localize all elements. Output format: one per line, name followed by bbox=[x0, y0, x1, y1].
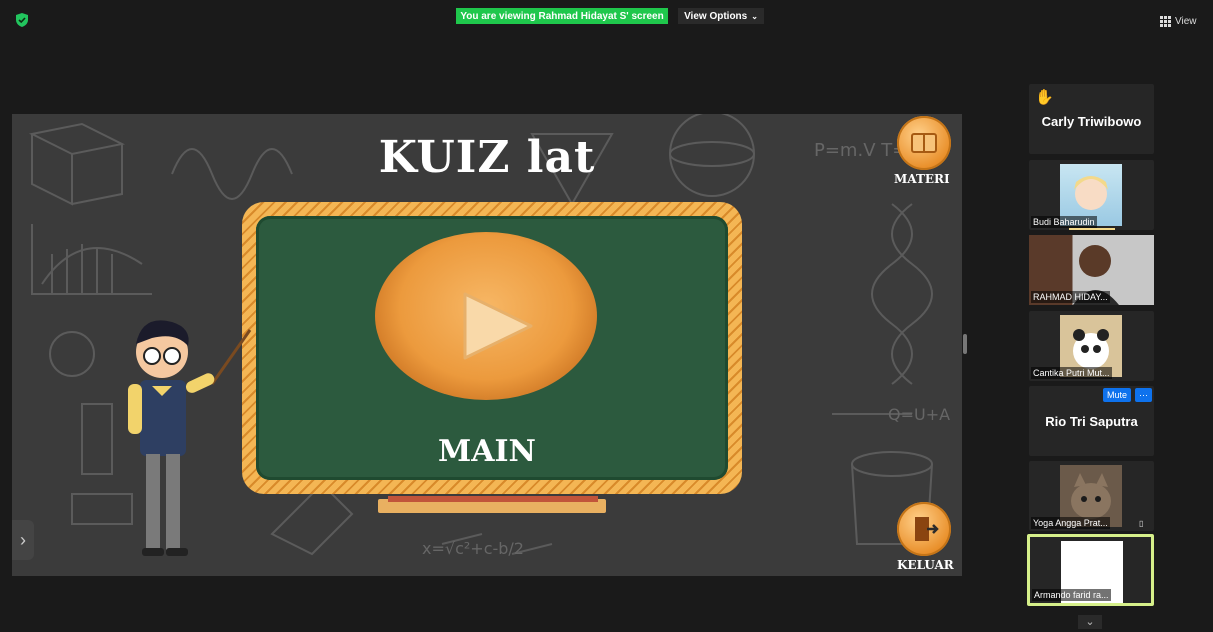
collapse-arrow-button[interactable]: › bbox=[12, 520, 34, 560]
participant-tile-cantika[interactable]: Cantika Putri Mut... bbox=[1029, 311, 1154, 381]
view-label: View bbox=[1175, 15, 1197, 27]
participant-tile-rahmad[interactable]: RAHMAD HIDAY... bbox=[1029, 235, 1154, 305]
participant-tile-rio[interactable]: Mute ··· Rio Tri Saputra bbox=[1029, 386, 1154, 456]
teacher-illustration bbox=[128, 320, 252, 556]
participant-tile-budi[interactable]: Budi Baharudin bbox=[1029, 160, 1154, 230]
shield-icon[interactable] bbox=[14, 12, 30, 28]
view-button[interactable]: View bbox=[1160, 13, 1208, 29]
view-options-button[interactable]: View Options ⌄ bbox=[678, 8, 764, 24]
shared-screen: P=m.V T= Q=U+A x=√c²+c-b/2 KUIZ lat MATE… bbox=[12, 114, 962, 576]
play-icon bbox=[463, 292, 533, 360]
speaking-indicator bbox=[1069, 228, 1115, 230]
board-shelf-trim bbox=[388, 496, 598, 502]
svg-text:x=√c²+c-b/2: x=√c²+c-b/2 bbox=[422, 539, 524, 558]
scroll-down-button[interactable]: ⌄ bbox=[1078, 615, 1102, 629]
participant-name: RAHMAD HIDAY... bbox=[1031, 291, 1110, 303]
participant-tile-armando[interactable]: Armando farid ra... bbox=[1027, 534, 1154, 606]
participant-name: Rio Tri Saputra bbox=[1045, 414, 1138, 429]
viewing-screen-banner: You are viewing Rahmad Hidayat S' screen bbox=[456, 8, 668, 24]
participant-tile-yoga[interactable]: Yoga Angga Prat... ▯ bbox=[1029, 461, 1154, 531]
mute-button[interactable]: Mute bbox=[1103, 388, 1132, 402]
more-options-button[interactable]: ··· bbox=[1135, 388, 1152, 402]
keluar-label: KELUAR bbox=[897, 558, 954, 572]
chevron-down-icon: ⌄ bbox=[751, 11, 758, 21]
participant-name: Yoga Angga Prat... bbox=[1031, 517, 1110, 529]
exit-door-icon bbox=[915, 517, 939, 541]
meeting-top-bar: You are viewing Rahmad Hidayat S' screen… bbox=[0, 0, 1213, 30]
grid-icon bbox=[1160, 15, 1171, 27]
materi-label: MATERI bbox=[894, 172, 950, 186]
participant-name: Carly Triwibowo bbox=[1041, 114, 1142, 129]
chevron-right-icon: › bbox=[20, 529, 26, 550]
panel-resize-handle[interactable] bbox=[963, 334, 967, 354]
muted-mic-icon: ▯ bbox=[1139, 519, 1144, 528]
participant-name: Cantika Putri Mut... bbox=[1031, 367, 1112, 379]
view-options-label: View Options bbox=[684, 10, 748, 22]
book-icon bbox=[911, 133, 937, 153]
participant-name: Armando farid ra... bbox=[1032, 589, 1111, 601]
raised-hand-icon: ✋ bbox=[1035, 89, 1054, 106]
participant-tile-carly[interactable]: ✋ Carly Triwibowo bbox=[1029, 84, 1154, 154]
chevron-down-icon: ⌄ bbox=[1085, 616, 1095, 628]
participant-name: Budi Baharudin bbox=[1031, 216, 1097, 228]
materi-button[interactable] bbox=[897, 116, 951, 170]
quiz-title: KUIZ lat bbox=[378, 132, 596, 183]
svg-text:Q=U+A: Q=U+A bbox=[888, 405, 950, 424]
keluar-button[interactable] bbox=[897, 502, 951, 556]
